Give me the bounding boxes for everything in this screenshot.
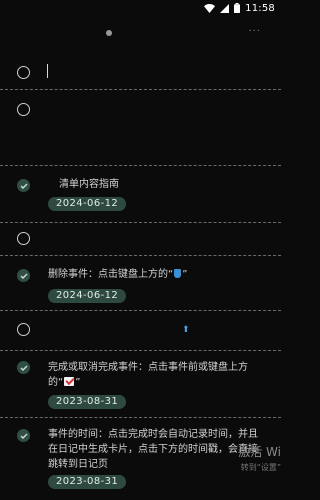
signal-icon (220, 3, 230, 13)
activation-watermark: 激活 Wi 转到“设置” (238, 445, 281, 472)
item-text[interactable]: 事件的时间：点击完成时会自动记录时间，并且 在日记中生成卡片，点击下方的时间戳，… (48, 427, 258, 472)
page-indicator-dot (106, 30, 112, 36)
status-bar: 11:58 (0, 0, 281, 16)
list-item[interactable]: 删除事件：点击键盘上方的“” 2024-06-12 (0, 256, 281, 310)
timestamp-badge[interactable]: 2023-08-31 (48, 395, 127, 409)
item-text[interactable]: 完成或取消完成事件：点击事件前或键盘上方 的“” (48, 360, 248, 390)
up-arrow-icon: ⬆ (182, 325, 190, 335)
checkmark-box-icon (64, 377, 75, 386)
check-circle-icon[interactable] (17, 179, 30, 192)
timestamp-badge[interactable]: 2024-06-12 (48, 289, 127, 303)
list-item[interactable] (0, 311, 281, 350)
uncheck-circle-icon[interactable] (17, 323, 30, 336)
wifi-icon (204, 3, 216, 13)
status-time: 11:58 (245, 2, 275, 14)
timestamp-badge[interactable]: 2023-08-31 (48, 475, 127, 489)
list-item[interactable] (0, 223, 281, 255)
trash-cup-icon (174, 269, 182, 278)
uncheck-circle-icon[interactable] (17, 103, 30, 116)
list-item[interactable]: 清单内容指南 2024-06-12 (0, 166, 281, 222)
uncheck-circle-icon[interactable] (17, 66, 30, 79)
battery-icon (234, 3, 241, 13)
list-item[interactable] (0, 90, 281, 165)
text-cursor (47, 64, 48, 78)
item-text[interactable]: 清单内容指南 (59, 177, 119, 192)
check-circle-icon[interactable] (17, 361, 30, 374)
check-circle-icon[interactable] (17, 429, 30, 442)
check-circle-icon[interactable] (17, 269, 30, 282)
item-text[interactable]: 删除事件：点击键盘上方的“” (48, 267, 187, 282)
uncheck-circle-icon[interactable] (17, 232, 30, 245)
more-menu-button[interactable]: ··· (248, 26, 261, 37)
timestamp-badge[interactable]: 2024-06-12 (48, 197, 127, 211)
list-item[interactable] (0, 52, 281, 90)
list-item[interactable]: 完成或取消完成事件：点击事件前或键盘上方 的“” 2023-08-31 (0, 351, 281, 417)
